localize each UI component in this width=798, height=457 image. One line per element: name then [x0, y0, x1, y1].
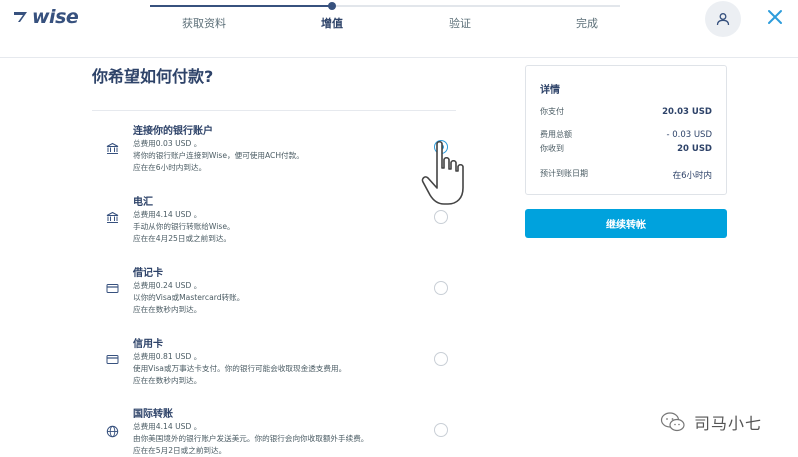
- wise-logo[interactable]: wise: [12, 6, 79, 28]
- option-fee: 总费用0.03 USD 。: [133, 139, 202, 148]
- you-receive-label: 你收到: [540, 144, 564, 153]
- close-icon: [768, 10, 782, 24]
- option-eta: 应在在5月2日或之前到达。: [133, 446, 227, 455]
- option-title: 国际转账: [133, 409, 173, 420]
- option-description: 使用Visa或万事达卡支付。你的银行可能会收取现金透支费用。: [133, 364, 347, 373]
- close-button[interactable]: [764, 6, 786, 28]
- option-description: 由你美国境外的银行账户发送美元。你的银行会向你收取额外手续费。: [133, 434, 369, 443]
- you-pay-value: 20.03 USD: [662, 107, 712, 117]
- total-fee-value: - 0.03 USD: [666, 130, 712, 140]
- continue-transfer-button[interactable]: 继续转帐: [525, 209, 727, 238]
- payment-option-international[interactable]: 国际转账 总费用4.14 USD 。 由你美国境外的银行账户发送美元。你的银行会…: [96, 405, 456, 457]
- payment-option-debit-card[interactable]: 借记卡 总费用0.24 USD 。 以你的Visa或Mastercard转账。 …: [96, 264, 456, 330]
- bank-icon: [104, 140, 120, 156]
- option-title: 连接你的银行账户: [133, 126, 213, 137]
- total-fee-label: 费用总额: [540, 130, 572, 139]
- option-eta: 应在在4月25日或之前到达。: [133, 234, 232, 243]
- step-complete: 完成: [576, 17, 598, 30]
- option-description: 将你的银行账户连接到Wise，便可使用ACH付款。: [133, 151, 304, 160]
- eta-label: 预计到账日期: [540, 169, 588, 178]
- option-radio[interactable]: [434, 210, 448, 224]
- option-eta: 应在在数秒内到达。: [133, 376, 202, 385]
- option-radio[interactable]: [434, 423, 448, 437]
- option-radio[interactable]: [434, 281, 448, 295]
- step-top-up: 增值: [321, 17, 343, 30]
- progress-stepper: 获取资料 增值 验证 完成: [150, 0, 620, 58]
- option-eta: 应在在6小时内到达。: [133, 163, 207, 172]
- pointer-hand-icon: [421, 140, 464, 205]
- card-icon: [104, 280, 120, 296]
- page-title: 你希望如何付款?: [92, 67, 214, 86]
- account-button[interactable]: [705, 1, 741, 37]
- details-title: 详情: [540, 85, 560, 96]
- title-divider: [92, 110, 456, 111]
- wise-flag-icon: [14, 12, 27, 22]
- stepper-current-dot: [328, 2, 336, 10]
- option-title: 电汇: [133, 197, 153, 208]
- option-title: 信用卡: [133, 339, 163, 350]
- option-title: 借记卡: [133, 268, 163, 279]
- eta-value: 在6小时内: [672, 171, 712, 181]
- wechat-watermark-icon: [660, 412, 685, 432]
- option-fee: 总费用0.81 USD 。: [133, 352, 202, 361]
- watermark-text: 司马小七: [694, 414, 763, 433]
- stepper-progress: [150, 5, 332, 7]
- card-icon: [104, 351, 120, 367]
- step-verify: 验证: [449, 17, 471, 30]
- payment-option-credit-card[interactable]: 信用卡 总费用0.81 USD 。 使用Visa或万事达卡支付。你的银行可能会收…: [96, 335, 456, 401]
- option-description: 手动从你的银行转账给Wise。: [133, 222, 235, 231]
- step-get-info: 获取资料: [182, 17, 226, 30]
- option-fee: 总费用4.14 USD 。: [133, 422, 202, 431]
- details-panel: 详情 你支付 20.03 USD 费用总额 - 0.03 USD 你收到 20 …: [525, 65, 727, 195]
- watermark: 司马小七: [660, 407, 762, 437]
- bank-icon: [104, 209, 120, 225]
- option-fee: 总费用4.14 USD 。: [133, 210, 202, 219]
- user-icon: [716, 13, 730, 26]
- option-fee: 总费用0.24 USD 。: [133, 281, 202, 290]
- payment-option-bank-connect[interactable]: 连接你的银行账户 总费用0.03 USD 。 将你的银行账户连接到Wise，便可…: [96, 122, 456, 188]
- option-eta: 应在在数秒内到达。: [133, 305, 202, 314]
- payment-option-wire[interactable]: 电汇 总费用4.14 USD 。 手动从你的银行转账给Wise。 应在在4月25…: [96, 193, 456, 259]
- top-bar: wise 获取资料 增值 验证 完成: [0, 0, 798, 58]
- option-radio[interactable]: [434, 352, 448, 366]
- logo-text: wise: [32, 6, 79, 28]
- option-description: 以你的Visa或Mastercard转账。: [133, 293, 245, 302]
- you-receive-value: 20 USD: [677, 144, 712, 154]
- you-pay-label: 你支付: [540, 107, 564, 116]
- globe-icon: [104, 423, 120, 439]
